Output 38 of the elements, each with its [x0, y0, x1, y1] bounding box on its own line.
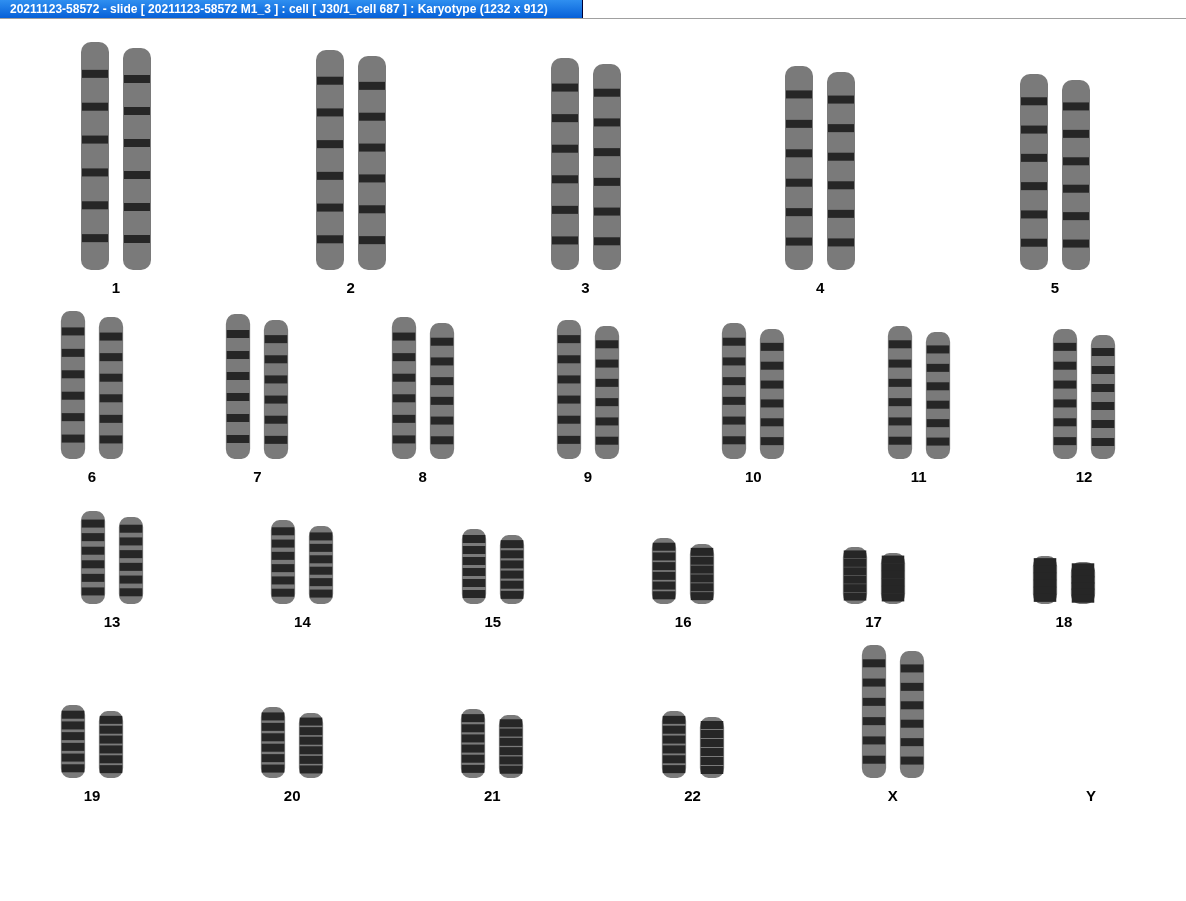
chromosome-label: 17 — [865, 613, 882, 630]
chromosome-label: 20 — [283, 787, 301, 804]
chromosome-label: 21 — [484, 787, 501, 804]
chromosome-drawing — [460, 708, 487, 779]
chromosome-label: 7 — [253, 468, 262, 485]
chromosome-label: 22 — [684, 787, 701, 804]
chromosome-label: 10 — [744, 468, 762, 485]
chromosome-label: 12 — [1075, 468, 1093, 485]
chromosome-drawing — [660, 710, 687, 779]
chromosome-label: 18 — [1055, 613, 1073, 630]
chromosome-drawing — [841, 546, 868, 605]
chromosome-drawing — [298, 712, 325, 779]
chromosome-label: 5 — [1050, 279, 1060, 296]
chromosome-drawing — [498, 714, 525, 779]
chromosome-drawing — [1069, 561, 1096, 605]
chromosome-label: 4 — [816, 279, 825, 296]
chromosome-drawing — [689, 543, 716, 605]
chromosome-label: 1 — [111, 279, 121, 296]
chromosome-label: 6 — [87, 468, 97, 485]
chromosome-label: 14 — [294, 613, 311, 630]
chromosome-label: 8 — [418, 468, 427, 485]
chromosome-drawing — [879, 552, 906, 605]
chromosome-label: 13 — [103, 613, 121, 630]
chromosome-drawing — [498, 534, 525, 605]
chromosome-label: 11 — [910, 468, 927, 485]
window-title: 20211123-58572 - slide [ 20211123-58572 M1_3 ] : cell [ J30/1_cell 687 ] : Karyotype (1232 x 912) — [0, 0, 583, 18]
chromosome-label: X — [887, 787, 898, 804]
chromosome-label: 16 — [674, 613, 692, 630]
chromosome-label: 2 — [346, 279, 355, 296]
chromosome-label: 15 — [484, 613, 502, 630]
chromosome-drawing — [698, 716, 725, 779]
chromosome-drawing — [651, 537, 678, 605]
chromosome-label: 3 — [581, 279, 590, 296]
chromosome-label: 19 — [83, 787, 101, 804]
chromosome-drawing — [98, 710, 124, 779]
chromosome-label: 9 — [583, 468, 593, 485]
chromosome-drawing — [1031, 555, 1058, 605]
chromosome-label: Y — [1085, 787, 1096, 804]
